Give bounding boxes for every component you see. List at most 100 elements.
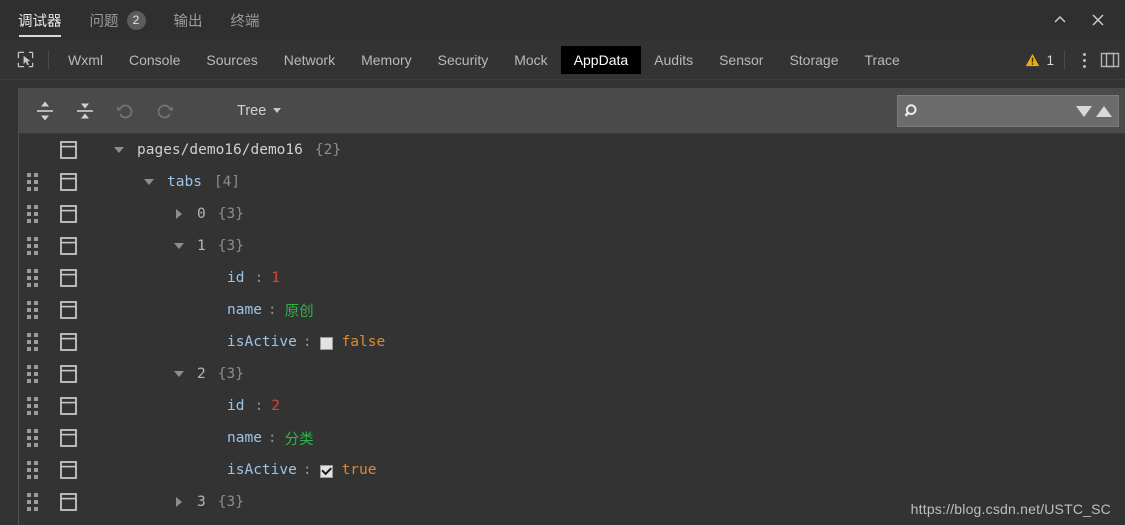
titlebar-tab-label: 调试器 bbox=[18, 13, 62, 30]
tab-appdata[interactable]: AppData bbox=[560, 45, 642, 74]
boolean-checkbox[interactable] bbox=[319, 464, 333, 478]
drag-handle-icon[interactable] bbox=[27, 429, 49, 447]
disclosure-triangle-collapsed-icon[interactable] bbox=[171, 209, 187, 219]
view-mode-select[interactable]: Tree bbox=[237, 102, 282, 119]
window-icon bbox=[59, 269, 77, 287]
titlebar-tab[interactable]: 输出 bbox=[174, 0, 203, 40]
view-mode-label: Tree bbox=[237, 102, 267, 119]
tree-node-value[interactable]: 分类 bbox=[285, 428, 314, 449]
chevron-down-icon bbox=[273, 108, 282, 113]
window-icon bbox=[59, 205, 77, 223]
disclosure-triangle-expanded-icon[interactable] bbox=[171, 371, 187, 377]
disclosure-triangle-collapsed-icon[interactable] bbox=[171, 497, 187, 507]
tab-console[interactable]: Console bbox=[116, 46, 193, 74]
panel-window-icon[interactable] bbox=[55, 205, 81, 223]
tree-node-value[interactable]: 1 bbox=[271, 270, 280, 286]
tree-row[interactable]: name: 分类 bbox=[19, 422, 1125, 454]
panel-window-icon[interactable] bbox=[55, 397, 81, 415]
search-box[interactable] bbox=[897, 95, 1119, 127]
expand-all-button[interactable] bbox=[27, 93, 63, 129]
panel-window-icon[interactable] bbox=[55, 429, 81, 447]
tree-row[interactable]: id:1 bbox=[19, 262, 1125, 294]
tree-node-value[interactable]: 原创 bbox=[285, 300, 314, 321]
undo-button[interactable] bbox=[107, 93, 143, 129]
panel-window-icon[interactable] bbox=[55, 365, 81, 383]
window-icon bbox=[59, 333, 77, 351]
close-icon bbox=[1092, 14, 1104, 26]
tree-node-count: {3} bbox=[217, 206, 244, 222]
tab-sources[interactable]: Sources bbox=[193, 46, 270, 74]
drag-handle-icon[interactable] bbox=[27, 333, 49, 351]
panel-window-icon[interactable] bbox=[55, 333, 81, 351]
collapse-all-button[interactable] bbox=[67, 93, 103, 129]
drag-handle-icon[interactable] bbox=[27, 269, 49, 287]
titlebar-tab[interactable]: 调试器 bbox=[18, 0, 62, 40]
titlebar-tab-label: 输出 bbox=[173, 13, 203, 30]
key-value-separator: : bbox=[267, 430, 277, 446]
window-icon bbox=[59, 397, 77, 415]
drag-handle-icon[interactable] bbox=[27, 365, 49, 383]
drag-handle-icon[interactable] bbox=[27, 493, 49, 511]
search-input[interactable] bbox=[921, 103, 1076, 119]
disclosure-triangle-expanded-icon[interactable] bbox=[141, 179, 157, 185]
drag-handle-icon[interactable] bbox=[27, 205, 49, 223]
tree-node-key: tabs bbox=[167, 174, 202, 190]
collapse-panel-button[interactable] bbox=[1043, 5, 1077, 35]
tab-audits[interactable]: Audits bbox=[641, 46, 706, 74]
panel-window-icon[interactable] bbox=[55, 269, 81, 287]
warning-indicator[interactable]: 1 bbox=[1025, 53, 1062, 68]
tree-row[interactable]: name: 原创 bbox=[19, 294, 1125, 326]
drag-handle-icon[interactable] bbox=[27, 397, 49, 415]
tree-row[interactable]: 0 {3} bbox=[19, 198, 1125, 230]
panel-window-icon[interactable] bbox=[55, 141, 81, 159]
boolean-checkbox[interactable] bbox=[319, 336, 333, 350]
tab-wxml[interactable]: Wxml bbox=[55, 46, 116, 74]
drag-handle-icon[interactable] bbox=[27, 301, 49, 319]
key-value-separator: : bbox=[267, 302, 277, 318]
tab-mock[interactable]: Mock bbox=[501, 46, 560, 74]
panel-window-icon[interactable] bbox=[55, 173, 81, 191]
tab-sensor[interactable]: Sensor bbox=[706, 46, 776, 74]
drag-handle-icon[interactable] bbox=[27, 237, 49, 255]
disclosure-triangle-expanded-icon[interactable] bbox=[111, 147, 127, 153]
more-options-button[interactable] bbox=[1071, 45, 1097, 75]
tree-row[interactable]: pages/demo16/demo16 {2} bbox=[19, 134, 1125, 166]
panel-window-icon[interactable] bbox=[55, 301, 81, 319]
tree-node-value[interactable]: false bbox=[342, 334, 386, 350]
tree-node-key: name bbox=[227, 302, 262, 318]
window-icon bbox=[59, 141, 77, 159]
appdata-panel: Tree pages/demo16/demo16 {2} tabs [4] 0 {3} 1 {… bbox=[18, 88, 1125, 525]
tree-row[interactable]: 2 {3} bbox=[19, 358, 1125, 390]
tab-trace[interactable]: Trace bbox=[852, 46, 913, 74]
tab-storage[interactable]: Storage bbox=[776, 46, 851, 74]
dock-side-button[interactable] bbox=[1097, 45, 1123, 75]
tree-row[interactable]: 1 {3} bbox=[19, 230, 1125, 262]
drag-handle-icon[interactable] bbox=[27, 173, 49, 191]
titlebar-tab[interactable]: 问题 2 bbox=[90, 0, 146, 40]
tree-row[interactable]: 3 {3} bbox=[19, 486, 1125, 518]
drag-handle-icon[interactable] bbox=[27, 461, 49, 479]
tab-memory[interactable]: Memory bbox=[348, 46, 425, 74]
disclosure-triangle-expanded-icon[interactable] bbox=[171, 243, 187, 249]
tree-row[interactable]: isActive: true bbox=[19, 454, 1125, 486]
tree-row[interactable]: id:2 bbox=[19, 390, 1125, 422]
inspect-element-button[interactable] bbox=[8, 43, 42, 77]
titlebar-tab[interactable]: 终端 bbox=[231, 0, 260, 40]
tree-node-value[interactable]: 2 bbox=[271, 398, 280, 414]
expand-all-icon bbox=[37, 101, 53, 120]
panel-window-icon[interactable] bbox=[55, 237, 81, 255]
search-next-button[interactable] bbox=[1076, 105, 1092, 117]
panel-window-icon[interactable] bbox=[55, 493, 81, 511]
tab-network[interactable]: Network bbox=[271, 46, 348, 74]
tab-security[interactable]: Security bbox=[425, 46, 502, 74]
window-icon bbox=[59, 173, 77, 191]
search-prev-button[interactable] bbox=[1096, 105, 1112, 117]
tree-row[interactable]: tabs [4] bbox=[19, 166, 1125, 198]
redo-button[interactable] bbox=[147, 93, 183, 129]
tree-node-value[interactable]: true bbox=[342, 462, 377, 478]
panel-window-icon[interactable] bbox=[55, 461, 81, 479]
tree-row[interactable]: isActive: false bbox=[19, 326, 1125, 358]
actions-divider bbox=[1064, 50, 1065, 70]
close-button[interactable] bbox=[1081, 5, 1115, 35]
window-icon bbox=[59, 365, 77, 383]
